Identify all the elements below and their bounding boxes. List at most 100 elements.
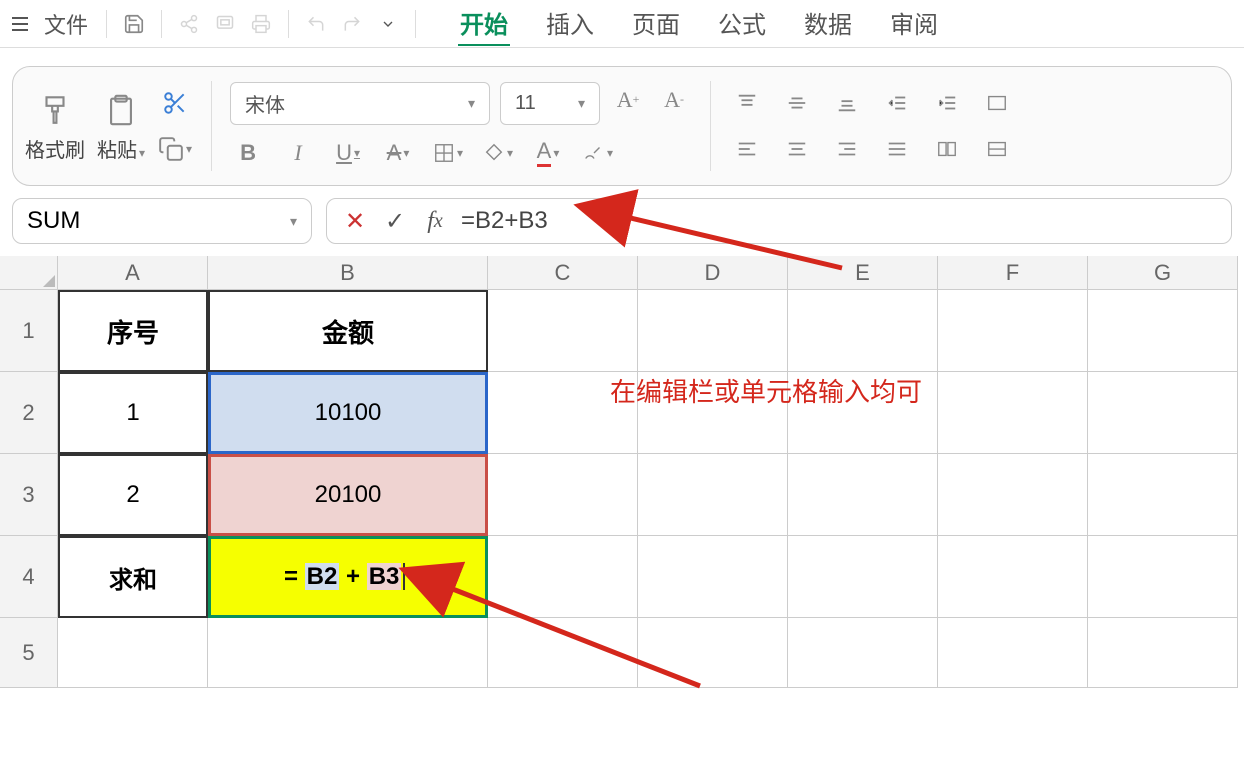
name-box-value: SUM <box>27 207 80 235</box>
save-icon[interactable] <box>119 9 149 39</box>
cell[interactable] <box>788 290 938 372</box>
cell[interactable] <box>938 536 1088 618</box>
justify-icon[interactable] <box>879 131 915 167</box>
format-painter-icon <box>35 90 75 130</box>
cell[interactable] <box>938 372 1088 454</box>
file-menu[interactable]: 文件 <box>38 8 94 40</box>
column-header[interactable]: A <box>58 256 208 290</box>
cell[interactable]: 20100 <box>208 454 488 536</box>
tab-page[interactable]: 页面 <box>630 1 682 46</box>
wrap-text-icon[interactable] <box>929 131 965 167</box>
dropdown-icon[interactable] <box>373 9 403 39</box>
row-header[interactable]: 2 <box>0 372 58 454</box>
arrow-top <box>612 208 852 283</box>
column-header[interactable]: B <box>208 256 488 290</box>
ribbon-separator <box>710 81 711 171</box>
cell[interactable] <box>788 454 938 536</box>
cell[interactable] <box>1088 372 1238 454</box>
cell[interactable] <box>1088 290 1238 372</box>
underline-icon[interactable]: U▾ <box>330 135 366 171</box>
cell[interactable] <box>1088 454 1238 536</box>
formula-input[interactable]: =B2+B3 <box>461 207 548 235</box>
divider <box>415 10 416 38</box>
borders-icon[interactable]: ▾ <box>430 135 466 171</box>
cell[interactable] <box>488 290 638 372</box>
format-painter-button[interactable]: 格式刷 <box>25 90 85 163</box>
divider <box>288 10 289 38</box>
paste-button[interactable]: 粘贴▾ <box>97 90 145 163</box>
font-color-icon[interactable]: A▾ <box>530 135 566 171</box>
align-middle-icon[interactable] <box>779 85 815 121</box>
cell[interactable] <box>788 536 938 618</box>
decrease-indent-icon[interactable] <box>879 85 915 121</box>
cell[interactable] <box>638 290 788 372</box>
print-icon[interactable] <box>246 9 276 39</box>
cell[interactable] <box>1088 618 1238 688</box>
tab-home[interactable]: 开始 <box>458 1 510 46</box>
merge-icon[interactable] <box>979 131 1015 167</box>
cut-icon[interactable] <box>157 85 193 121</box>
tab-formula[interactable]: 公式 <box>716 1 768 46</box>
format-painter-label: 格式刷 <box>25 134 85 163</box>
cell[interactable] <box>788 618 938 688</box>
row-header[interactable]: 5 <box>0 618 58 688</box>
cell[interactable]: 10100 <box>208 372 488 454</box>
select-all-corner[interactable] <box>0 256 58 290</box>
cell[interactable] <box>938 618 1088 688</box>
tab-review[interactable]: 审阅 <box>888 1 940 46</box>
copy-icon[interactable]: ▾ <box>157 131 193 167</box>
arrow-bottom <box>430 576 710 701</box>
cell[interactable] <box>938 454 1088 536</box>
divider <box>106 10 107 38</box>
align-bottom-icon[interactable] <box>829 85 865 121</box>
bold-icon[interactable]: B <box>230 135 266 171</box>
paste-icon <box>101 90 141 130</box>
decrease-font-icon[interactable]: A- <box>656 82 692 118</box>
cancel-formula-icon[interactable]: ✕ <box>341 207 369 235</box>
italic-icon[interactable]: I <box>280 135 316 171</box>
print-preview-icon[interactable] <box>210 9 240 39</box>
spreadsheet-grid: ABCDEFG 1序号金额211010032201004求和= B2 + B3 … <box>0 256 1244 688</box>
cell[interactable]: 金额 <box>208 290 488 372</box>
cell[interactable]: 求和 <box>58 536 208 618</box>
confirm-formula-icon[interactable]: ✓ <box>381 207 409 235</box>
cell[interactable] <box>638 454 788 536</box>
align-top-icon[interactable] <box>729 85 765 121</box>
align-center-icon[interactable] <box>779 131 815 167</box>
clear-format-icon[interactable]: ▾ <box>580 135 616 171</box>
column-header[interactable]: F <box>938 256 1088 290</box>
font-size-select[interactable]: 11▾ <box>500 82 600 125</box>
strikethrough-icon[interactable]: A▾ <box>380 135 416 171</box>
fx-icon[interactable]: fx <box>421 207 449 235</box>
fill-color-icon[interactable]: ▾ <box>480 135 516 171</box>
column-header[interactable]: G <box>1088 256 1238 290</box>
cell[interactable]: 1 <box>58 372 208 454</box>
cell[interactable]: 2 <box>58 454 208 536</box>
font-name-select[interactable]: 宋体▾ <box>230 82 490 125</box>
align-right-icon[interactable] <box>829 131 865 167</box>
increase-font-icon[interactable]: A+ <box>610 82 646 118</box>
share-icon[interactable] <box>174 9 204 39</box>
redo-icon[interactable] <box>337 9 367 39</box>
annotation-text: 在编辑栏或单元格输入均可 <box>610 372 922 409</box>
row-header[interactable]: 3 <box>0 454 58 536</box>
row-header[interactable]: 4 <box>0 536 58 618</box>
paste-label: 粘贴▾ <box>97 134 145 163</box>
cell[interactable]: 序号 <box>58 290 208 372</box>
cell[interactable] <box>938 290 1088 372</box>
tab-data[interactable]: 数据 <box>802 1 854 46</box>
ribbon-separator <box>211 81 212 171</box>
align-left-icon[interactable] <box>729 131 765 167</box>
cell[interactable] <box>58 618 208 688</box>
row-header[interactable]: 1 <box>0 290 58 372</box>
cell[interactable] <box>488 454 638 536</box>
undo-icon[interactable] <box>301 9 331 39</box>
expand-icon[interactable] <box>979 85 1015 121</box>
name-box[interactable]: SUM ▾ <box>12 198 312 244</box>
divider <box>161 10 162 38</box>
hamburger-icon[interactable] <box>8 13 32 35</box>
increase-indent-icon[interactable] <box>929 85 965 121</box>
cell[interactable] <box>1088 536 1238 618</box>
ribbon: 格式刷 粘贴▾ ▾ 宋体▾ 11▾ A+ A- B I U▾ A▾ ▾ ▾ A▾… <box>12 66 1232 186</box>
tab-insert[interactable]: 插入 <box>544 1 596 46</box>
